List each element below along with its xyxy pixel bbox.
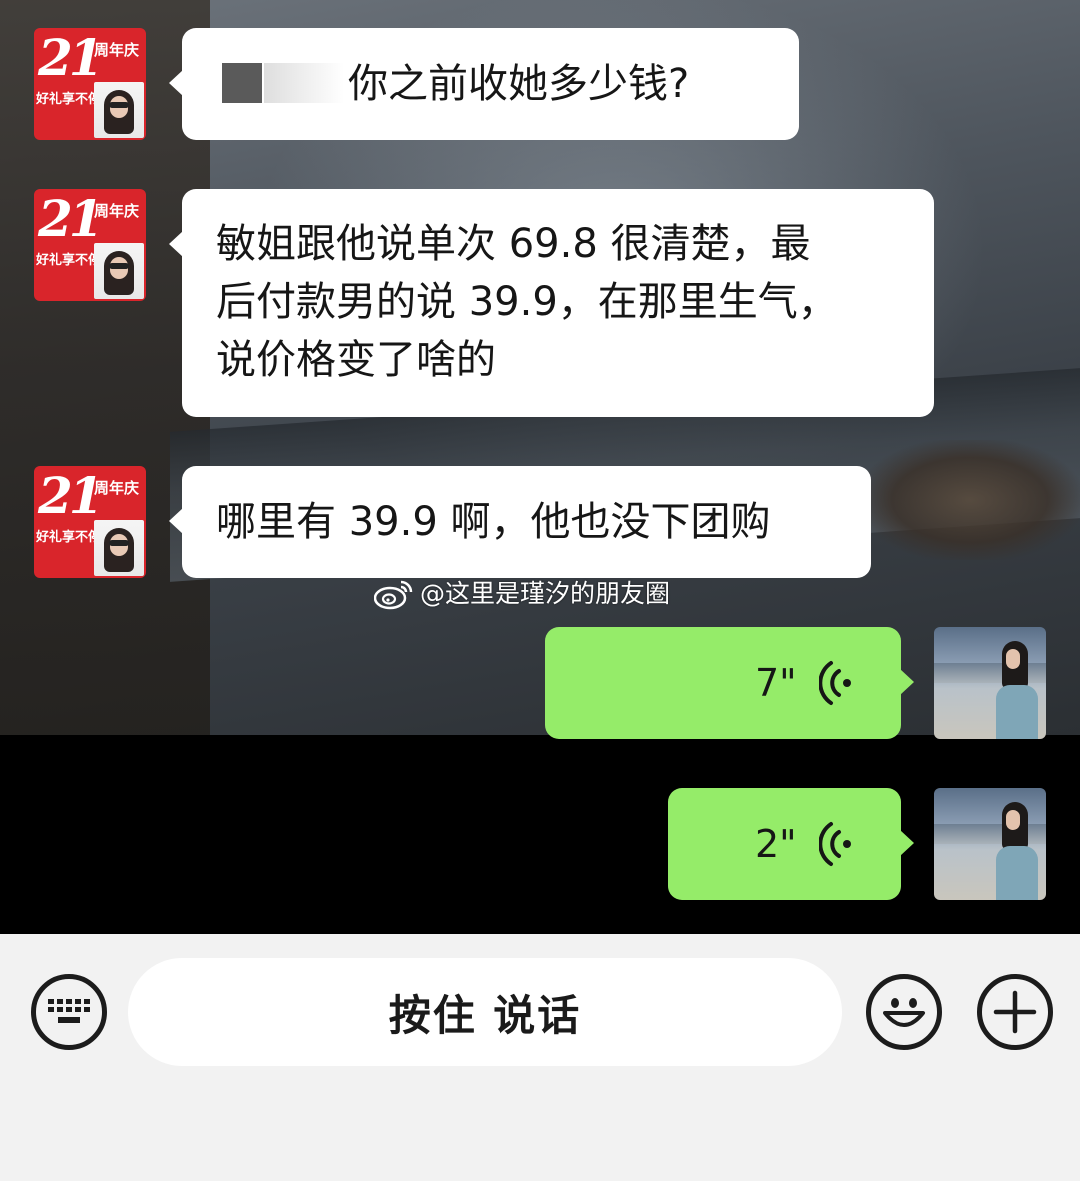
avatar-portrait [94, 520, 144, 576]
plus-icon [993, 990, 1037, 1034]
voice-message-bubble[interactable]: 7" [545, 627, 914, 739]
sender-avatar[interactable]: 21 周年庆 好礼享不停 [34, 28, 146, 140]
message-text-line: 说价格变了啥的 [216, 337, 496, 383]
chat-input-bar: 按住 说话 [0, 934, 1080, 1181]
my-avatar[interactable] [934, 627, 1046, 739]
more-options-button[interactable] [977, 974, 1053, 1050]
avatar-anniversary-text: 周年庆 [94, 479, 140, 497]
redacted-text [264, 63, 344, 103]
avatar-slogan: 好礼享不停 [36, 92, 102, 107]
avatar-anniversary-text: 周年庆 [94, 41, 140, 59]
avatar-number: 21 [38, 28, 104, 87]
voice-duration: 7" [755, 661, 797, 705]
avatar-number: 21 [38, 189, 104, 248]
sender-avatar[interactable]: 21 周年庆 好礼享不停 [34, 466, 146, 578]
message-text-line: 敏姐跟他说单次 69.8 很清楚，最 [216, 221, 811, 267]
avatar-anniversary-text: 周年庆 [94, 202, 140, 220]
voice-wave-icon [819, 661, 851, 705]
message-text: 你之前收她多少钱? [222, 55, 799, 113]
message-text: 哪里有 39.9 啊，他也没下团购 [216, 499, 771, 545]
message-bubble[interactable]: 你之前收她多少钱? [169, 28, 799, 140]
message-text-line: 后付款男的说 39.9，在那里生气， [216, 279, 838, 325]
smiley-icon [883, 998, 925, 1027]
voice-wave-icon [819, 822, 851, 866]
watermark-text: @这里是瑾汐的朋友圈 [420, 579, 671, 608]
hold-to-talk-button[interactable]: 按住 说话 [128, 958, 842, 1066]
sender-avatar[interactable]: 21 周年庆 好礼享不停 [34, 189, 146, 301]
avatar-slogan: 好礼享不停 [36, 253, 102, 268]
weibo-watermark: @这里是瑾汐的朋友圈 [374, 574, 670, 614]
avatar-portrait [94, 82, 144, 138]
voice-duration: 2" [755, 822, 797, 866]
weibo-icon [374, 580, 413, 610]
avatar-portrait [94, 243, 144, 299]
avatar-slogan: 好礼享不停 [36, 530, 102, 545]
avatar-number: 21 [38, 466, 104, 525]
message-bubble[interactable]: 哪里有 39.9 啊，他也没下团购 [169, 466, 871, 578]
my-avatar[interactable] [934, 788, 1046, 900]
redacted-text [222, 63, 262, 103]
keyboard-icon [48, 999, 90, 1023]
message-bubble[interactable]: 敏姐跟他说单次 69.8 很清楚，最 后付款男的说 39.9，在那里生气， 说价… [169, 189, 934, 417]
keyboard-toggle-button[interactable] [31, 974, 107, 1050]
voice-message-bubble[interactable]: 2" [668, 788, 914, 900]
emoji-button[interactable] [866, 974, 942, 1050]
